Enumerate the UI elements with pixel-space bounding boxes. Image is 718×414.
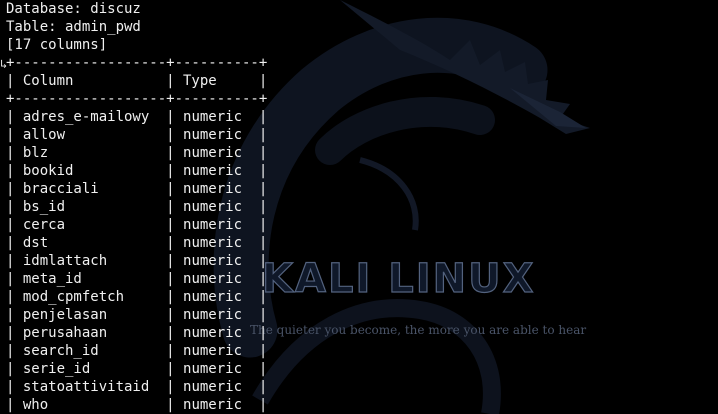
- table-row: | penjelasan | numeric |: [6, 307, 268, 323]
- table-row: | adres_e-mailowy | numeric |: [6, 109, 268, 125]
- table-row: | search_id | numeric |: [6, 343, 268, 359]
- table-row: | who | numeric |: [6, 397, 268, 413]
- table-row: | idmlattach | numeric |: [6, 253, 268, 269]
- column-type-cell: numeric: [183, 397, 251, 413]
- column-type-cell: numeric: [183, 235, 251, 251]
- table-row: | bookid | numeric |: [6, 163, 268, 179]
- column-type-cell: numeric: [183, 181, 251, 197]
- terminal-output[interactable]: Database: discuz Table: admin_pwd [17 colu…: [6, 0, 267, 414]
- table-header: | Column | Type |: [6, 73, 268, 89]
- column-count-line: [17 columns]: [6, 37, 108, 53]
- column-name-cell: cerca: [22, 217, 158, 233]
- column-name-cell: allow: [22, 127, 158, 143]
- column-type-cell: numeric: [183, 361, 251, 377]
- table-border-mid: +------------------+----------+: [6, 91, 268, 107]
- database-line: Database: discuz: [6, 1, 141, 17]
- column-type-cell: numeric: [183, 217, 251, 233]
- column-type-cell: numeric: [183, 289, 251, 305]
- column-name-cell: dst: [22, 235, 158, 251]
- brand-tagline: The quieter you become, the more you are…: [250, 323, 587, 337]
- column-type-cell: numeric: [183, 325, 251, 341]
- table-row: | perusahaan | numeric |: [6, 325, 268, 341]
- column-name-cell: perusahaan: [22, 325, 158, 341]
- column-name-cell: idmlattach: [22, 253, 158, 269]
- column-name-cell: who: [22, 397, 158, 413]
- table-row: | statoattivitaid | numeric |: [6, 379, 268, 395]
- column-name-cell: blz: [22, 145, 158, 161]
- table-row: | blz | numeric |: [6, 145, 268, 161]
- column-type-cell: numeric: [183, 271, 251, 287]
- column-name-cell: search_id: [22, 343, 158, 359]
- column-name-cell: statoattivitaid: [22, 379, 158, 395]
- column-name-cell: bs_id: [22, 199, 158, 215]
- column-type-cell: numeric: [183, 199, 251, 215]
- table-row: | cerca | numeric |: [6, 217, 268, 233]
- column-name-cell: penjelasan: [22, 307, 158, 323]
- brand-title: KALI LINUX: [261, 255, 536, 302]
- column-type-cell: numeric: [183, 127, 251, 143]
- table-row: | serie_id | numeric |: [6, 361, 268, 377]
- table-row: | meta_id | numeric |: [6, 271, 268, 287]
- table-row: | mod_cpmfetch | numeric |: [6, 289, 268, 305]
- column-type-cell: numeric: [183, 145, 251, 161]
- column-name-cell: bracciali: [22, 181, 158, 197]
- column-type-cell: numeric: [183, 343, 251, 359]
- column-type-cell: numeric: [183, 109, 251, 125]
- column-name-cell: serie_id: [22, 361, 158, 377]
- column-name-cell: mod_cpmfetch: [22, 289, 158, 305]
- column-type-cell: numeric: [183, 379, 251, 395]
- column-name-cell: adres_e-mailowy: [22, 109, 158, 125]
- table-row: | bracciali | numeric |: [6, 181, 268, 197]
- table-row: | dst | numeric |: [6, 235, 268, 251]
- column-name-cell: meta_id: [22, 271, 158, 287]
- column-name-cell: bookid: [22, 163, 158, 179]
- column-type-cell: numeric: [183, 163, 251, 179]
- column-type-cell: numeric: [183, 307, 251, 323]
- table-name-line: Table: admin_pwd: [6, 19, 141, 35]
- table-border-top: +------------------+----------+: [6, 55, 268, 71]
- column-type-cell: numeric: [183, 253, 251, 269]
- table-body: | adres_e-mailowy | numeric | | allow | n…: [6, 108, 267, 414]
- table-row: | bs_id | numeric |: [6, 199, 268, 215]
- table-row: | allow | numeric |: [6, 127, 268, 143]
